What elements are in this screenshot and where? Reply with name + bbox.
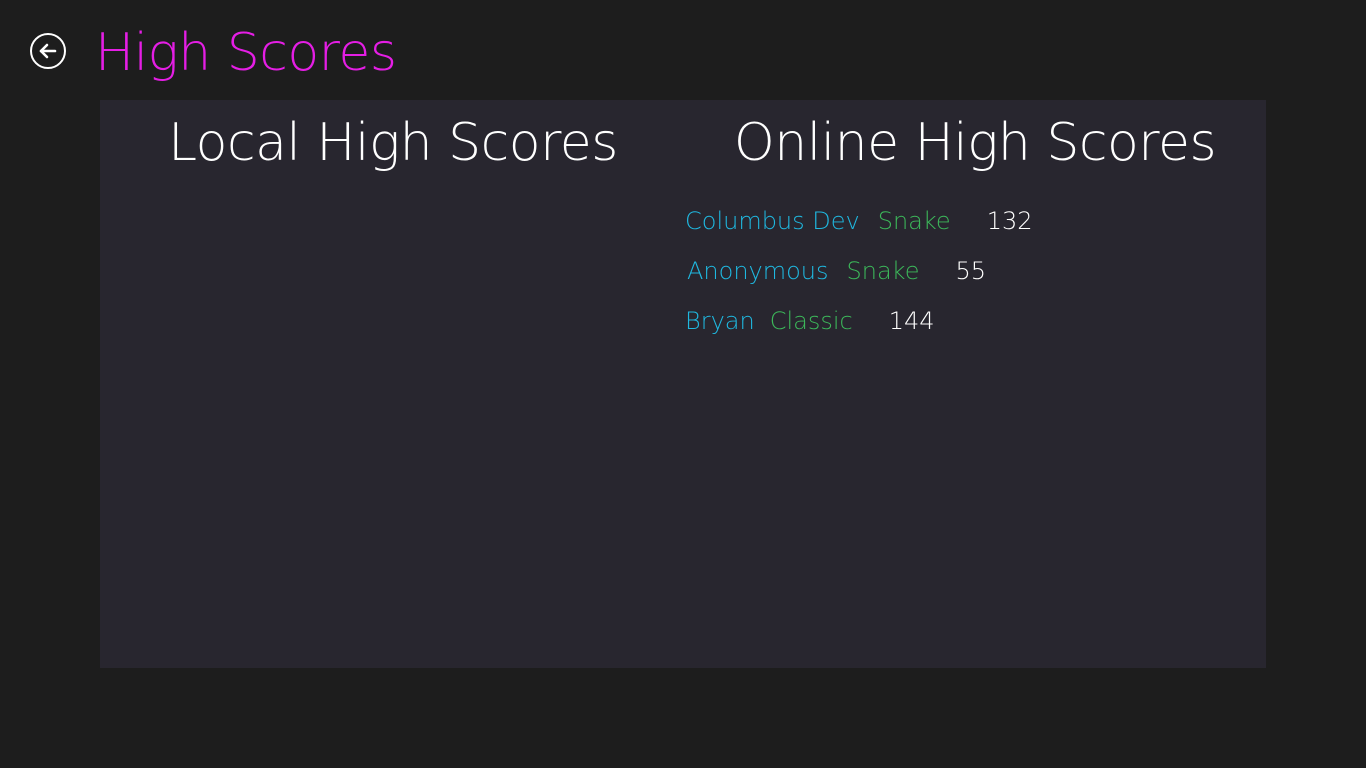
scores-panel: Local High Scores Online High Scores Col… (100, 100, 1266, 668)
player-name: Columbus Dev (685, 207, 860, 235)
score-value: 132 (986, 207, 1033, 235)
online-high-scores-heading: Online High Scores (733, 113, 1217, 173)
score-value: 144 (888, 307, 935, 335)
online-score-list: Columbus Dev Snake 132 Anonymous Snake 5… (685, 196, 1033, 346)
score-row: Columbus Dev Snake 132 (685, 196, 1033, 246)
player-name: Anonymous (687, 257, 829, 285)
high-scores-page: High Scores Local High Scores Online Hig… (0, 0, 1366, 768)
score-value: 55 (955, 257, 987, 285)
page-title: High Scores (95, 23, 397, 83)
local-high-scores-heading: Local High Scores (168, 113, 618, 173)
score-row: Bryan Classic 144 (685, 296, 1033, 346)
back-button[interactable] (30, 33, 66, 69)
game-mode: Snake (846, 257, 920, 285)
game-mode: Classic (769, 307, 853, 335)
score-row: Anonymous Snake 55 (685, 246, 1033, 296)
back-arrow-icon (37, 40, 59, 62)
player-name: Bryan (685, 307, 755, 335)
game-mode: Snake (877, 207, 951, 235)
